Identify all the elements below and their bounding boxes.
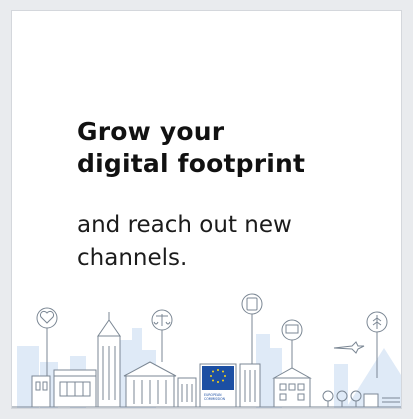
wheat-icon	[366, 311, 388, 333]
subline-line-2: channels.	[77, 245, 188, 271]
city-skyline-illustration: EUROPEAN COMMISSION	[12, 293, 401, 408]
promo-headline: Grow your digital footprint	[77, 116, 305, 180]
heart-icon	[36, 307, 58, 329]
eu-emblem-text-2: COMMISSION	[204, 397, 226, 401]
headline-line-1: Grow your	[77, 117, 225, 146]
scales-icon	[151, 309, 173, 331]
monitor-icon	[281, 319, 303, 341]
subline-line-1: and reach out new	[77, 212, 292, 238]
tablet-icon	[241, 293, 263, 315]
eu-emblem: EUROPEAN COMMISSION	[199, 363, 237, 408]
airplane-icon	[333, 341, 365, 354]
promo-card[interactable]: Grow your digital footprint and reach ou…	[11, 10, 402, 409]
headline-line-2: digital footprint	[77, 149, 306, 178]
promo-subline: and reach out new channels.	[77, 209, 292, 275]
